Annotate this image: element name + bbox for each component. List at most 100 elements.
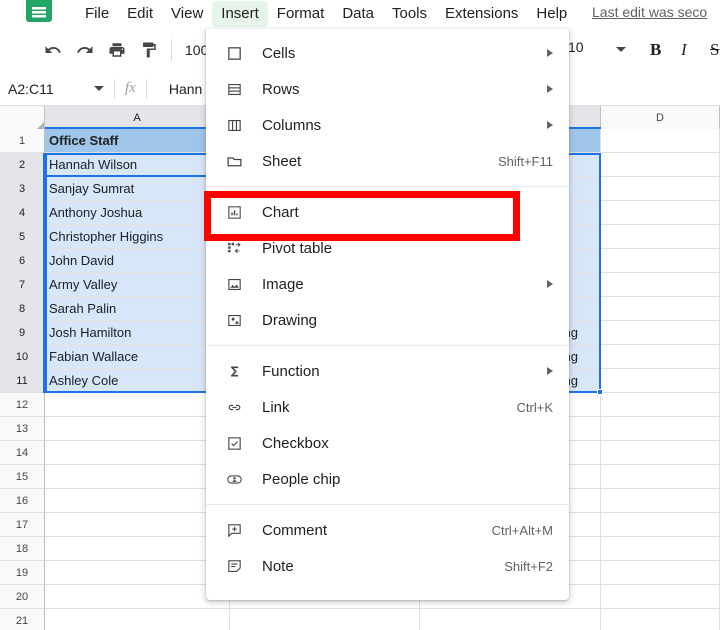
menu-file[interactable]: File <box>76 1 118 27</box>
row-header-4[interactable]: 4 <box>0 201 45 225</box>
cell-A5[interactable]: Christopher Higgins <box>45 225 230 249</box>
menu-help[interactable]: Help <box>527 1 576 27</box>
cell-D11[interactable] <box>601 369 720 393</box>
cell-D7[interactable] <box>601 273 720 297</box>
cell-A18[interactable] <box>45 537 230 561</box>
cell-A10[interactable]: Fabian Wallace <box>45 345 230 369</box>
italic-button[interactable]: I <box>681 40 687 60</box>
cell-A15[interactable] <box>45 465 230 489</box>
cell-D19[interactable] <box>601 561 720 585</box>
cell-A9[interactable]: Josh Hamilton <box>45 321 230 345</box>
cell-A19[interactable] <box>45 561 230 585</box>
column-header-D[interactable]: D <box>601 106 720 129</box>
cell-A3[interactable]: Sanjay Sumrat <box>45 177 230 201</box>
cell-A6[interactable]: John David <box>45 249 230 273</box>
cell-D20[interactable] <box>601 585 720 609</box>
cell-D17[interactable] <box>601 513 720 537</box>
row-header-10[interactable]: 10 <box>0 345 45 369</box>
menu-tools[interactable]: Tools <box>383 1 436 27</box>
cell-C21[interactable] <box>420 609 601 630</box>
cell-D16[interactable] <box>601 489 720 513</box>
function-fx-icon[interactable]: fx <box>125 80 136 97</box>
redo-icon[interactable] <box>70 35 100 65</box>
cell-D12[interactable] <box>601 393 720 417</box>
row-header-14[interactable]: 14 <box>0 441 45 465</box>
menu-format[interactable]: Format <box>268 1 334 27</box>
row-header-19[interactable]: 19 <box>0 561 45 585</box>
menu-edit[interactable]: Edit <box>118 1 162 27</box>
row-header-2[interactable]: 2 <box>0 153 45 177</box>
cell-D21[interactable] <box>601 609 720 630</box>
row-header-12[interactable]: 12 <box>0 393 45 417</box>
row-header-5[interactable]: 5 <box>0 225 45 249</box>
row-header-18[interactable]: 18 <box>0 537 45 561</box>
formula-input[interactable]: Hann <box>169 81 202 97</box>
cell-A16[interactable] <box>45 489 230 513</box>
cell-A8[interactable]: Sarah Palin <box>45 297 230 321</box>
cell-D14[interactable] <box>601 441 720 465</box>
strikethrough-button[interactable]: S <box>710 40 719 60</box>
cell-A7[interactable]: Army Valley <box>45 273 230 297</box>
menu-item-function[interactable]: Function <box>206 353 569 389</box>
menu-item-checkbox[interactable]: Checkbox <box>206 425 569 461</box>
cell-A17[interactable] <box>45 513 230 537</box>
row-header-11[interactable]: 11 <box>0 369 45 393</box>
menu-item-drawing[interactable]: Drawing <box>206 302 569 338</box>
row-header-8[interactable]: 8 <box>0 297 45 321</box>
row-header-9[interactable]: 9 <box>0 321 45 345</box>
menu-item-chart[interactable]: Chart <box>206 194 569 230</box>
row-header-16[interactable]: 16 <box>0 489 45 513</box>
select-all-corner[interactable] <box>0 106 45 129</box>
cell-D6[interactable] <box>601 249 720 273</box>
undo-icon[interactable] <box>38 35 68 65</box>
cell-A21[interactable] <box>45 609 230 630</box>
menu-view[interactable]: View <box>162 1 212 27</box>
cell-D1[interactable] <box>601 129 720 153</box>
row-header-7[interactable]: 7 <box>0 273 45 297</box>
row-header-17[interactable]: 17 <box>0 513 45 537</box>
cell-A20[interactable] <box>45 585 230 609</box>
font-size-chevron-down-icon[interactable] <box>616 47 626 52</box>
cell-B21[interactable] <box>230 609 420 630</box>
paint-format-icon[interactable] <box>134 35 164 65</box>
row-header-1[interactable]: 1 <box>0 129 45 153</box>
menu-item-columns[interactable]: Columns <box>206 107 569 143</box>
cell-D3[interactable] <box>601 177 720 201</box>
name-box-chevron-down-icon[interactable] <box>94 86 104 91</box>
cell-D15[interactable] <box>601 465 720 489</box>
menu-item-link[interactable]: Link Ctrl+K <box>206 389 569 425</box>
row-header-13[interactable]: 13 <box>0 417 45 441</box>
cell-D13[interactable] <box>601 417 720 441</box>
menu-item-pivot-table[interactable]: Pivot table <box>206 230 569 266</box>
row-header-6[interactable]: 6 <box>0 249 45 273</box>
cell-A12[interactable] <box>45 393 230 417</box>
menu-item-comment[interactable]: Comment Ctrl+Alt+M <box>206 512 569 548</box>
row-header-20[interactable]: 20 <box>0 585 45 609</box>
cell-D4[interactable] <box>601 201 720 225</box>
menu-item-sheet[interactable]: Sheet Shift+F11 <box>206 143 569 179</box>
menu-item-image[interactable]: Image <box>206 266 569 302</box>
cell-A4[interactable]: Anthony Joshua <box>45 201 230 225</box>
cell-D9[interactable] <box>601 321 720 345</box>
menu-item-people-chip[interactable]: People chip <box>206 461 569 497</box>
menu-extensions[interactable]: Extensions <box>436 1 527 27</box>
column-header-A[interactable]: A <box>45 106 230 129</box>
cell-A11[interactable]: Ashley Cole <box>45 369 230 393</box>
cell-D8[interactable] <box>601 297 720 321</box>
menu-item-note[interactable]: Note Shift+F2 <box>206 548 569 584</box>
row-header-21[interactable]: 21 <box>0 609 45 630</box>
cell-A13[interactable] <box>45 417 230 441</box>
menu-data[interactable]: Data <box>333 1 383 27</box>
menu-item-cells[interactable]: Cells <box>206 35 569 71</box>
menu-insert[interactable]: Insert <box>212 1 268 27</box>
font-size-value[interactable]: 10 <box>568 39 584 55</box>
cell-D2[interactable] <box>601 153 720 177</box>
cell-D18[interactable] <box>601 537 720 561</box>
row-header-15[interactable]: 15 <box>0 465 45 489</box>
name-box[interactable]: A2:C11 <box>8 81 104 97</box>
cell-A1[interactable]: Office Staff <box>45 129 230 153</box>
cell-A14[interactable] <box>45 441 230 465</box>
cell-D10[interactable] <box>601 345 720 369</box>
cell-D5[interactable] <box>601 225 720 249</box>
row-header-3[interactable]: 3 <box>0 177 45 201</box>
